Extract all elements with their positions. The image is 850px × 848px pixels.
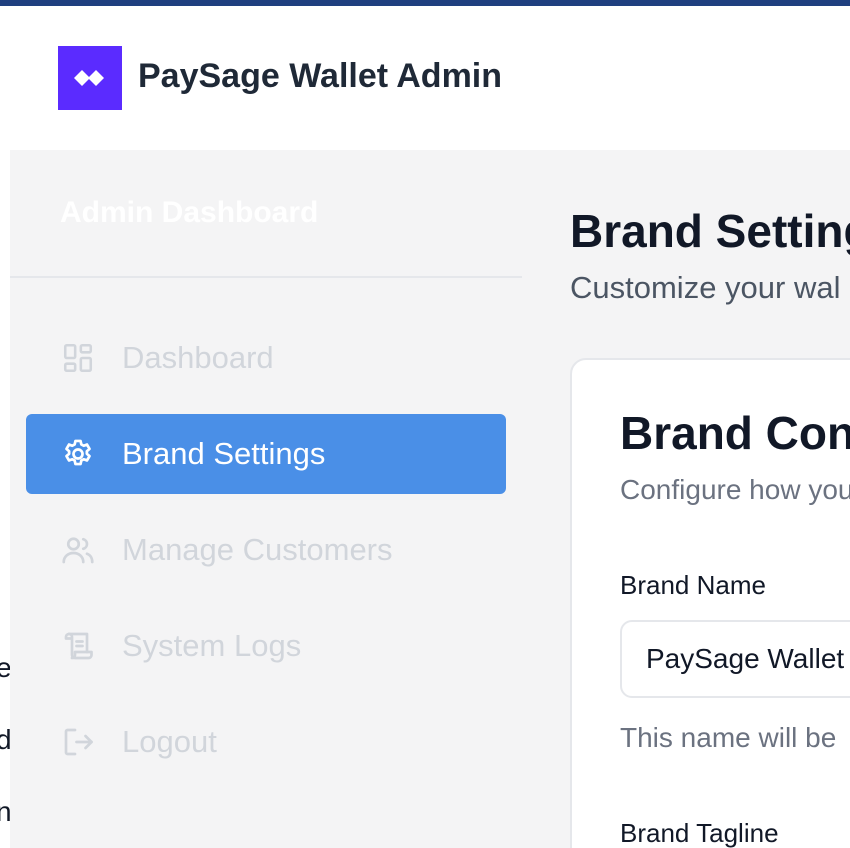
sidebar-item-label: Brand Settings — [122, 436, 326, 471]
main-content: Brand Settings Customize your wal Brand … — [522, 150, 850, 848]
sidebar-item-label: Dashboard — [122, 340, 274, 375]
double-diamond-icon — [74, 70, 104, 86]
sidebar-item-dashboard[interactable]: Dashboard — [26, 318, 506, 398]
app-header: PaySage Wallet Admin — [10, 6, 850, 150]
sidebar-item-logout[interactable]: Logout — [26, 702, 506, 782]
app-logo — [58, 46, 122, 110]
brand-name-label: Brand Name — [620, 570, 766, 600]
card-description: Configure how you — [620, 474, 850, 505]
background-text-fragment: d — [0, 726, 10, 754]
logout-icon — [60, 724, 96, 760]
brand-configuration-card: Brand Conf Configure how you Brand Name … — [570, 358, 850, 848]
background-text-fragment: n — [0, 798, 10, 826]
page-subtitle: Customize your wal — [570, 270, 841, 305]
dashboard-grid-icon — [60, 340, 96, 376]
background-window-edge: e d n — [0, 6, 10, 848]
brand-tagline-label: Brand Tagline — [620, 818, 779, 848]
sidebar-divider — [10, 276, 522, 278]
sidebar: Admin Dashboard Dashboard Brand Settings — [10, 150, 522, 848]
sidebar-title: Admin Dashboard — [60, 196, 319, 229]
card-title: Brand Conf — [620, 407, 850, 459]
sidebar-item-label: System Logs — [122, 628, 302, 663]
users-icon — [60, 532, 96, 568]
brand-name-help-text: This name will be — [620, 722, 837, 753]
brand-name-field[interactable]: PaySage Wallet — [620, 620, 850, 698]
gear-icon — [60, 436, 96, 472]
scroll-icon — [60, 628, 96, 664]
sidebar-item-label: Manage Customers — [122, 532, 393, 567]
sidebar-item-manage-customers[interactable]: Manage Customers — [26, 510, 506, 590]
sidebar-item-label: Logout — [122, 724, 217, 759]
page-title: Brand Settings — [570, 205, 850, 257]
sidebar-item-system-logs[interactable]: System Logs — [26, 606, 506, 686]
app-title: PaySage Wallet Admin — [138, 57, 503, 95]
background-text-fragment: e — [0, 654, 10, 682]
sidebar-item-brand-settings[interactable]: Brand Settings — [26, 414, 506, 494]
